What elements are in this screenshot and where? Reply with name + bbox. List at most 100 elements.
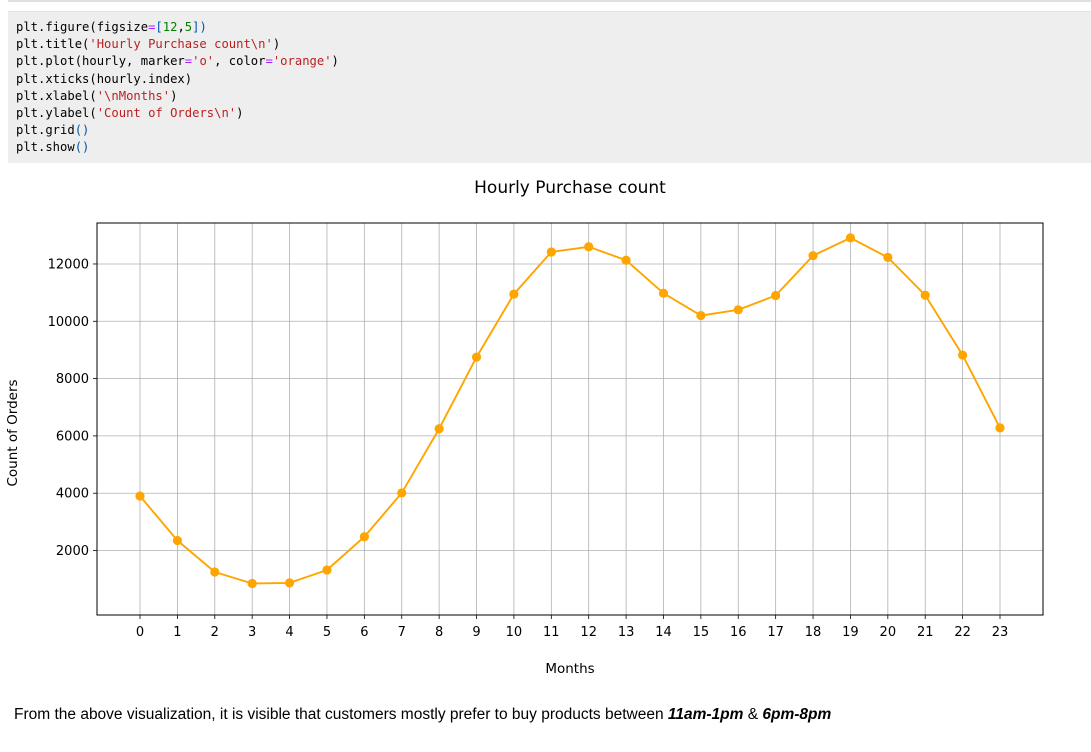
x-tick-label: 7	[398, 625, 406, 640]
data-point	[359, 532, 369, 542]
code-cell[interactable]: plt.figure(figsize=[12,5]) plt.title('Hou…	[8, 11, 1091, 163]
x-tick-label: 17	[767, 625, 784, 640]
plot-frame	[96, 222, 1044, 616]
code-token: 'orange'	[272, 54, 332, 69]
line-chart: 0 1 2 3 4 5 6 7 8 9 10 11 12 13 14 15 16 17 18 19 20 21 22 2320…	[5, 178, 1044, 677]
code-line: plt.xlabel('\nMonths')	[16, 88, 339, 105]
code-token: ()	[74, 123, 90, 138]
data-point	[621, 255, 631, 265]
data-point	[322, 565, 332, 575]
code-token: )	[331, 54, 339, 69]
x-tick-label: 2	[211, 625, 219, 640]
code-line: plt.grid()	[16, 122, 339, 139]
x-tick-label: 13	[618, 625, 635, 640]
code-token: plt.ylabel(	[16, 105, 97, 120]
top-divider	[8, 0, 1091, 2]
data-point	[658, 288, 669, 298]
code-token: )	[272, 37, 281, 52]
data-point	[995, 423, 1005, 433]
x-tick-label: 22	[954, 625, 971, 640]
data-point	[284, 578, 295, 588]
code-line: plt.plot(hourly, marker='o', color='oran…	[16, 53, 339, 70]
series-line	[139, 236, 1001, 585]
y-tick-label: 6000	[56, 429, 89, 444]
data-point	[509, 289, 519, 299]
code-token: =	[265, 54, 273, 69]
code-token: )	[236, 105, 244, 120]
x-tick-label: 0	[136, 625, 144, 640]
data-point	[771, 290, 781, 301]
y-tick-label: 8000	[56, 372, 89, 387]
chart-output: 0 1 2 3 4 5 6 7 8 9 10 11 12 13 14 15 16 17 18 19 20 21 22 23 20…	[0, 168, 1091, 688]
conclusion-prefix: From the above visualization, it is visi…	[14, 706, 668, 723]
code-token: plt.xticks(hourly.index)	[16, 71, 193, 86]
code-line: plt.figure(figsize=[12,5])	[16, 19, 339, 36]
chart-title: Hourly Purchase count	[474, 178, 666, 198]
code-token: ,	[177, 20, 185, 34]
code-editor[interactable]: plt.figure(figsize=[12,5]) plt.title('Hou…	[16, 19, 339, 157]
x-tick-label: 11	[543, 625, 560, 640]
y-axis-label: Count of Orders	[5, 379, 21, 486]
data-point	[845, 233, 856, 243]
data-point	[546, 247, 556, 257]
code-line: plt.xticks(hourly.index)	[16, 71, 339, 88]
x-tick-label: 6	[360, 625, 368, 640]
data-point	[397, 488, 407, 498]
x-tick-label: 20	[880, 625, 897, 640]
code-token: =	[184, 54, 193, 69]
code-token: 12	[162, 20, 178, 34]
x-tick-label: 4	[285, 625, 293, 640]
y-tick-label: 12000	[48, 257, 89, 272]
conclusion-joiner: &	[743, 706, 763, 723]
x-tick-label: 14	[655, 625, 672, 640]
x-tick-label: 23	[992, 625, 1009, 640]
x-tick-label: 16	[730, 625, 747, 640]
code-token: plt.xlabel(	[16, 88, 97, 103]
data-point	[584, 242, 594, 252]
code-token: 'o'	[192, 54, 215, 69]
data-point	[210, 567, 220, 577]
x-tick-label: 3	[248, 625, 256, 640]
x-tick-label: 19	[842, 625, 859, 640]
code-token: plt.figure(figsize	[16, 20, 149, 34]
y-tick-label: 10000	[48, 315, 89, 330]
x-axis-label: Months	[545, 661, 594, 677]
data-point	[808, 251, 818, 261]
data-point	[733, 305, 743, 315]
data-point	[434, 424, 444, 434]
code-token: plt.title(	[16, 37, 90, 52]
code-token: 'Count of Orders\n'	[96, 105, 237, 120]
data-point	[920, 290, 930, 300]
y-tick-label: 4000	[56, 487, 89, 502]
conclusion-range-1: 11am-1pm	[667, 706, 744, 723]
conclusion-range-2: 6pm-8pm	[762, 706, 832, 723]
code-token: plt.plot(hourly, marker	[16, 54, 185, 69]
data-point	[247, 578, 257, 589]
x-tick-label: 8	[435, 625, 443, 640]
data-point	[696, 310, 706, 321]
data-point	[135, 491, 145, 501]
data-point	[172, 535, 182, 546]
code-token: [	[155, 20, 163, 34]
code-token: plt.show	[16, 140, 75, 155]
x-tick-label: 1	[173, 625, 181, 640]
code-token: '\nMonths'	[96, 88, 171, 103]
code-token: , color	[214, 54, 266, 69]
y-tick-label: 2000	[56, 544, 89, 559]
x-tick-label: 21	[917, 625, 934, 640]
code-token: ])	[192, 20, 207, 34]
data-point	[958, 350, 968, 360]
code-token: plt.grid	[16, 123, 75, 138]
x-tick-label: 10	[506, 625, 523, 640]
code-line: plt.ylabel('Count of Orders\n')	[16, 105, 339, 122]
x-tick-label: 12	[580, 625, 597, 640]
x-tick-label: 18	[805, 625, 822, 640]
data-point	[883, 252, 893, 262]
code-token: )	[170, 88, 178, 103]
code-token: 'Hourly Purchase count\n'	[89, 37, 273, 52]
code-token: ()	[74, 140, 90, 155]
code-line: plt.title('Hourly Purchase count\n')	[16, 36, 339, 53]
x-tick-label: 9	[472, 625, 480, 640]
code-line: plt.show()	[16, 139, 339, 156]
x-tick-label: 15	[693, 625, 710, 640]
